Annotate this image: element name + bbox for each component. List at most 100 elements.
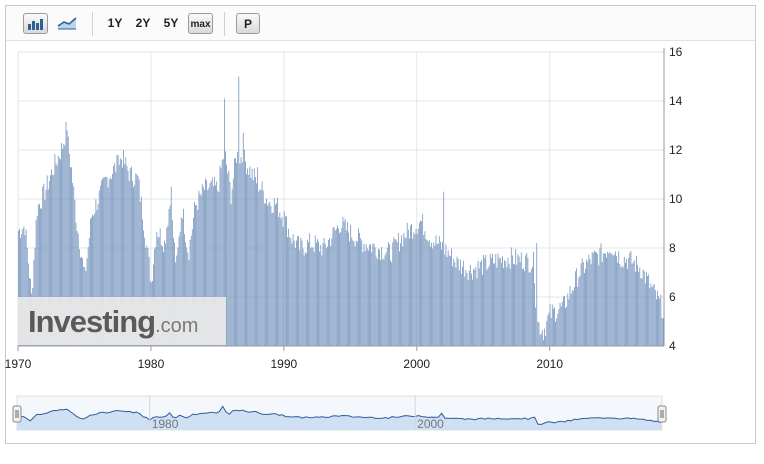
bar [477, 260, 479, 346]
bar [600, 243, 602, 346]
bar [282, 226, 284, 346]
bar [430, 246, 431, 346]
bar [549, 304, 551, 346]
bar [595, 251, 596, 346]
x-tick-label: 1970 [5, 357, 32, 371]
bar [599, 248, 601, 346]
bar [421, 221, 422, 346]
bar [618, 251, 620, 346]
bar [414, 234, 416, 346]
bar [661, 318, 663, 346]
bar [233, 158, 235, 346]
bar [377, 248, 379, 346]
bar [558, 309, 560, 346]
bar [528, 272, 530, 346]
bar [617, 262, 619, 346]
bar [459, 259, 461, 346]
bar [592, 252, 594, 346]
bar [625, 262, 626, 346]
bar [363, 243, 365, 346]
bar [294, 247, 296, 346]
bar [424, 231, 426, 346]
bar [411, 224, 412, 346]
bar [596, 252, 597, 346]
bar [298, 236, 300, 346]
bar [634, 271, 636, 346]
bar [375, 256, 377, 346]
navigator-left-handle[interactable] [12, 405, 22, 423]
bar [373, 243, 375, 346]
bar [310, 248, 312, 346]
bar [323, 237, 325, 346]
bar [502, 256, 503, 346]
bar [358, 228, 359, 346]
bar [513, 263, 514, 346]
bar [656, 299, 657, 346]
bar [581, 258, 583, 346]
watermark-logo: Investing.com [18, 297, 226, 345]
bar [279, 212, 281, 346]
bar [548, 312, 550, 346]
bar [472, 279, 473, 346]
bar [271, 213, 273, 346]
bar [463, 260, 465, 346]
bar [567, 293, 569, 346]
bar [405, 238, 407, 346]
bar [341, 227, 343, 346]
bar [351, 237, 353, 346]
bar [629, 252, 631, 346]
x-tick-label: 1990 [270, 357, 297, 371]
bar [246, 174, 247, 346]
bar [349, 241, 350, 346]
bar [425, 239, 427, 346]
bar [642, 269, 644, 346]
bar-chart: 4 6 8 10 12 14 16 1970 1980 1990 2000 2010 1980 2000 [5, 45, 683, 431]
bar [464, 276, 466, 346]
bar [273, 197, 275, 346]
bar [379, 249, 380, 346]
bar [546, 321, 548, 346]
bar [247, 168, 249, 346]
bar [476, 278, 478, 346]
bar [660, 294, 662, 346]
bar [531, 266, 533, 346]
bar [498, 258, 500, 346]
bar [488, 265, 490, 346]
bar [426, 239, 428, 346]
bar [260, 189, 262, 346]
bar [304, 252, 306, 346]
bar [658, 296, 659, 346]
bar [497, 253, 499, 346]
bar [389, 244, 390, 346]
bar [485, 254, 487, 346]
bar [505, 261, 507, 346]
bar [561, 301, 563, 346]
bar [568, 299, 570, 346]
bar [299, 250, 301, 346]
bar [305, 253, 307, 346]
bar [415, 228, 417, 346]
bar [338, 228, 339, 346]
bar [562, 296, 564, 346]
bar [235, 157, 236, 346]
bar [329, 238, 331, 346]
bar [374, 247, 376, 346]
bar [315, 242, 317, 346]
bar [585, 268, 586, 346]
bar [486, 269, 488, 346]
bar [544, 328, 545, 346]
bar [508, 263, 510, 346]
y-tick-label: 8 [669, 241, 676, 255]
bar [396, 242, 398, 346]
navigator-right-handle[interactable] [657, 405, 667, 423]
bar [566, 306, 568, 346]
handle-body [657, 405, 667, 423]
bar [360, 238, 362, 346]
bar [597, 253, 599, 346]
bar [300, 237, 302, 346]
bar [376, 259, 378, 346]
bar [627, 268, 628, 346]
bar [269, 201, 271, 346]
bar [327, 246, 328, 346]
bar [293, 240, 295, 346]
